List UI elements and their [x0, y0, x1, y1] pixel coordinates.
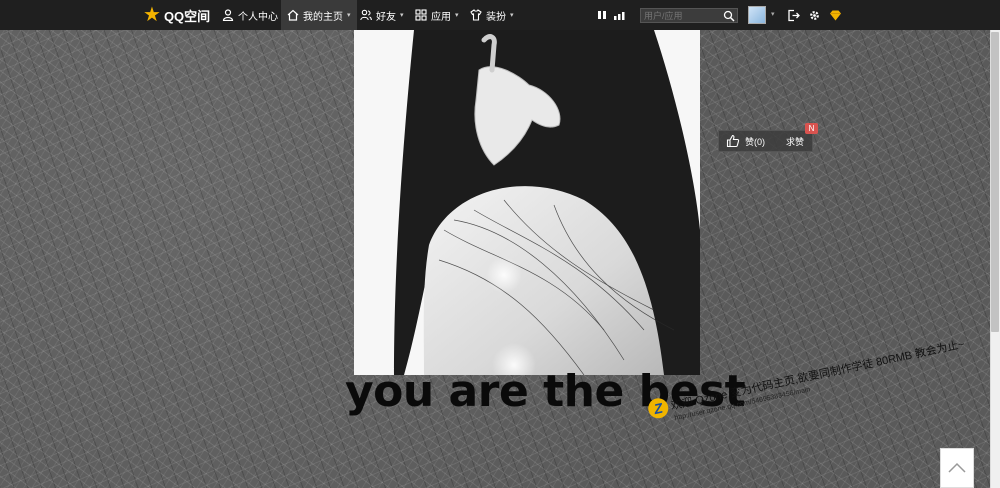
person-icon [222, 9, 234, 21]
search-icon[interactable] [723, 10, 735, 22]
nav-item-friends[interactable]: 好友 ▾ [354, 0, 410, 30]
equalizer-icon[interactable] [613, 8, 627, 22]
star-logo-icon: ★ [143, 4, 161, 26]
scrollbar-thumb[interactable] [991, 32, 999, 332]
apps-icon [415, 9, 427, 21]
chevron-down-icon: ▾ [510, 12, 514, 19]
new-badge: N [805, 123, 818, 134]
shirt-icon [470, 9, 482, 21]
back-to-top-button[interactable] [940, 448, 974, 488]
nav-item-apps[interactable]: 应用 ▾ [409, 0, 465, 30]
nav-item-label: 应用 [431, 11, 451, 23]
pause-icon[interactable] [596, 8, 608, 22]
like-widget[interactable]: 赞(0) 求赞 [718, 130, 813, 152]
home-icon [287, 9, 299, 21]
chevron-down-icon: ▾ [347, 12, 351, 19]
avatar[interactable] [748, 6, 766, 24]
chevron-down-icon: ▾ [400, 12, 404, 19]
nav-item-label: 我的主页 [303, 11, 343, 23]
nav-item-personal-center[interactable]: 个人中心 [216, 0, 284, 30]
diamond-icon[interactable] [829, 9, 842, 22]
nav-item-label: 个人中心 [238, 11, 278, 23]
nav-item-label: 装扮 [486, 11, 506, 23]
profile-photo [354, 30, 700, 375]
logo-text: QQ空间 [163, 8, 211, 24]
chevron-down-icon[interactable]: ▾ [771, 10, 775, 18]
like-count-label[interactable]: 赞(0) [745, 135, 765, 148]
qzone-logo[interactable]: ★ QQ空间 [143, 5, 210, 25]
nav-item-decorate[interactable]: 装扮 ▾ [464, 0, 520, 30]
friends-icon [360, 9, 372, 21]
search-box[interactable] [640, 8, 738, 23]
ask-like-label[interactable]: 求赞 [786, 135, 804, 148]
gear-icon[interactable] [808, 9, 821, 22]
qzone-z-logo-icon: Z [646, 396, 671, 421]
search-input[interactable] [641, 10, 723, 21]
chevron-up-icon [948, 462, 966, 473]
top-navbar: ★ QQ空间 个人中心 我的主页 ▾ 好友 ▾ 应用 ▾ 装扮 ▾ ▾ [0, 0, 1000, 30]
logout-icon[interactable] [787, 9, 800, 22]
photo-image [354, 30, 700, 375]
nav-item-label: 好友 [376, 11, 396, 23]
nav-item-my-homepage[interactable]: 我的主页 ▾ [281, 0, 357, 30]
chevron-down-icon: ▾ [455, 12, 459, 19]
thumbs-up-icon[interactable] [726, 134, 740, 148]
